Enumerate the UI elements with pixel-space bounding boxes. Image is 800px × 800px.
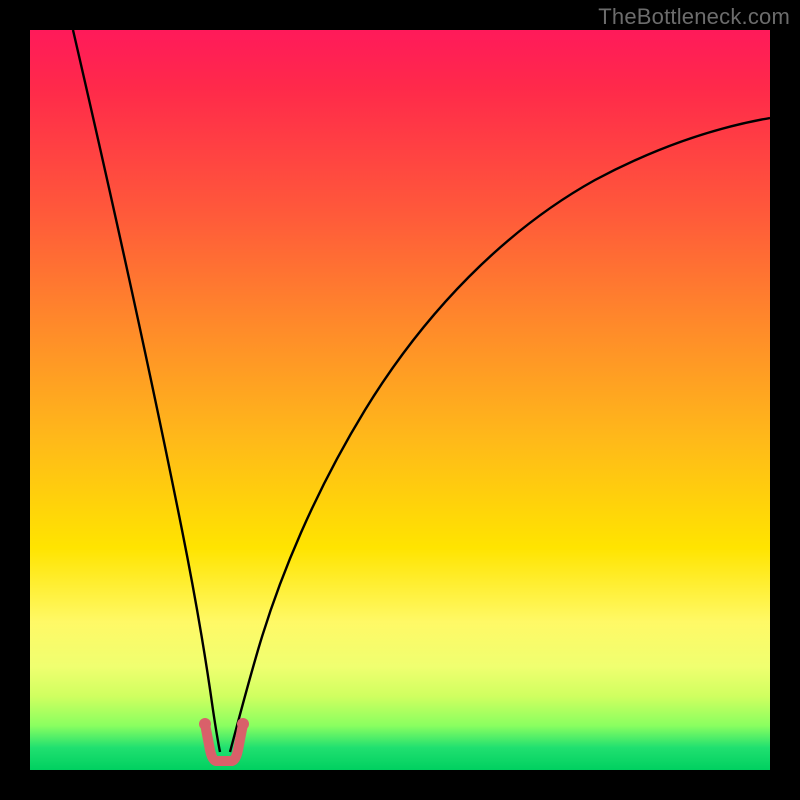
chart-frame: TheBottleneck.com <box>0 0 800 800</box>
curve-layer <box>30 30 770 770</box>
bottom-u-marker <box>205 724 243 761</box>
watermark-text: TheBottleneck.com <box>598 4 790 30</box>
curve-left <box>73 30 220 752</box>
plot-area <box>30 30 770 770</box>
marker-dot-left <box>199 718 211 730</box>
marker-dot-right <box>237 718 249 730</box>
curve-right <box>230 118 770 752</box>
